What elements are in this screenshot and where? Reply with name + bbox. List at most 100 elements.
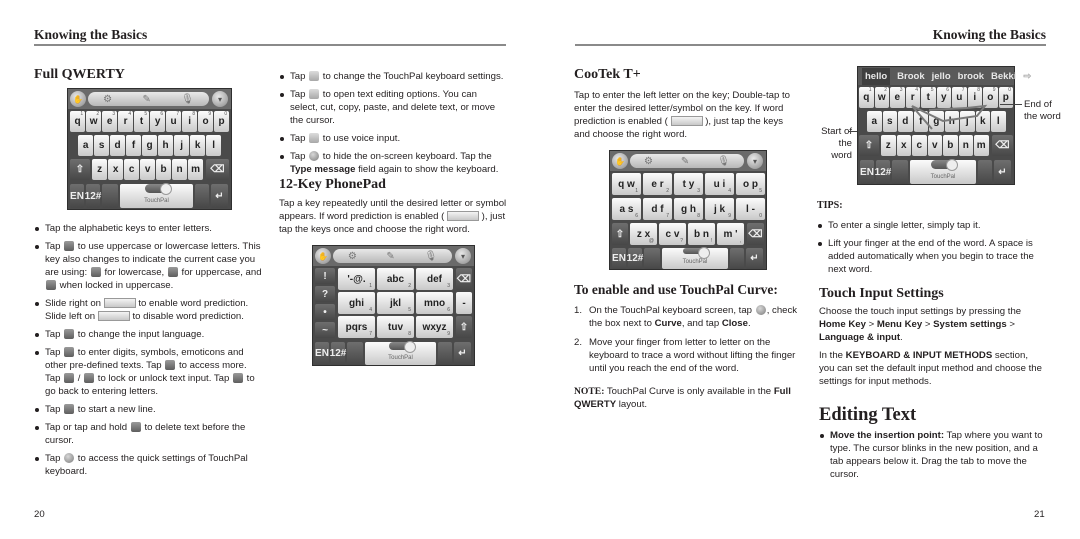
side-key: ! (315, 268, 335, 284)
section-heading-full-qwerty: Full QWERTY (34, 67, 125, 82)
key-j: j (174, 135, 190, 156)
key-m: m (188, 159, 204, 180)
bullet-item: Tap or tap and hold to delete text befor… (34, 421, 264, 447)
bullet-item: Tap the alphabetic keys to enter letters… (34, 222, 264, 235)
key-f: f (126, 135, 142, 156)
space-key: TouchPal (910, 159, 976, 184)
key-y: y6 (936, 87, 951, 108)
key-t: t5 (134, 111, 150, 132)
comma-key (644, 248, 660, 269)
key-v: v (140, 159, 156, 180)
right-key: ⌫ (456, 268, 472, 290)
suggestion-word: Bekki (991, 70, 1017, 82)
hide-keyboard-icon: ▾ (212, 91, 228, 107)
delete-key: ⌫ (206, 159, 229, 180)
microphone-icon: 🎙 (181, 93, 194, 105)
suggestion-word: brook (957, 70, 985, 82)
key-z: z (881, 135, 896, 156)
symbols-key-icon (64, 347, 75, 357)
bullet-item: Tap to change the input language. (34, 328, 264, 341)
key-d: d (898, 111, 913, 132)
right-key: ⇧ (456, 316, 472, 338)
key-as: a s6 (612, 198, 641, 220)
delete-key: ⌫ (992, 135, 1013, 156)
key-v: v (927, 135, 942, 156)
section-heading-touch-input: Touch Input Settings (819, 286, 944, 301)
key-wxyz: wxyz 9 (416, 316, 453, 338)
key-w: w2 (86, 111, 102, 132)
side-key: • (315, 304, 335, 320)
end-callout-line (1000, 104, 1022, 105)
key-l-: l -0 (736, 198, 765, 220)
tips-list: To enter a single letter, simply tap it.… (817, 219, 1042, 281)
prediction-switch-icon (670, 116, 703, 126)
space-key: TouchPal (120, 183, 193, 208)
key-u: u7 (166, 111, 182, 132)
symbols-key: 12# (627, 248, 643, 269)
phonepad-keyboard-image: ✋ ⚙ ✎ 🎙 ▾!? • ~ '-@. 1 abc 2 def 3 ghi 4 jkl 5 mno 6 pqrs 7 t… (312, 245, 475, 366)
key-g: g (929, 111, 944, 132)
delete-key: ⌫ (747, 223, 764, 245)
key-o: o9 (198, 111, 214, 132)
toolbar-bullet-list: Tap to change the TouchPal keyboard sett… (279, 70, 507, 181)
key-jk: j k9 (705, 198, 734, 220)
key-h: h (944, 111, 959, 132)
enter-key: ↵ (454, 342, 471, 365)
key-y: y6 (150, 111, 166, 132)
cootek-paragraph: Tap to enter the left letter on the key;… (574, 90, 790, 140)
unlock-icon (84, 373, 95, 383)
key-pqrs: pqrs 7 (338, 316, 375, 338)
header-rule-right (575, 44, 1046, 46)
shift-key: ⇧ (612, 223, 628, 245)
bullet-item: Tap to open text editing options. You ca… (279, 88, 507, 127)
toolbar-pill: ⚙ ✎ 🎙 (88, 92, 209, 106)
tips-label: TIPS: (817, 200, 843, 211)
period-key (195, 184, 209, 208)
header-rule-left (34, 44, 506, 46)
space-key: TouchPal (365, 341, 436, 365)
section-heading-cootek: CooTek T+ (574, 67, 641, 82)
language-key-icon (64, 329, 75, 339)
key-ui: u i4 (705, 173, 734, 195)
language-key: EN (860, 160, 874, 184)
prediction-toggle (144, 183, 172, 195)
editing-item: Move the insertion point: Tap where you … (819, 429, 1047, 481)
key-r: r4 (905, 87, 920, 108)
full-qwerty-bullet-list: Tap the alphabetic keys to enter letters… (34, 222, 264, 483)
key-df: d f7 (643, 198, 672, 220)
key-mno: mno 6 (416, 292, 453, 314)
right-key: - (456, 292, 472, 314)
key-s: s (94, 135, 110, 156)
bullet-item: Tap to start a new line. (34, 403, 264, 416)
full-qwerty-keyboard-image: ✋ ⚙ ✎ 🎙 ▾ q 1 w 2 e 3 r 4 t 5 y 6 u 7 i 8 o 9 p 0 a s d f g h j k l ⇧ z x c v b… (67, 88, 232, 210)
key-i: i8 (967, 87, 982, 108)
key-d: d (110, 135, 126, 156)
key-w: w2 (874, 87, 889, 108)
touch-input-paragraph-1: Choose the touch input settings by press… (819, 306, 1022, 343)
enter-key-icon (64, 404, 75, 414)
key-'-@.: '-@. 1 (338, 268, 375, 290)
language-key: EN (315, 342, 329, 365)
key-tuv: tuv 8 (377, 316, 414, 338)
gear-icon: ⚙ (103, 93, 113, 105)
key-p: p0 (214, 111, 230, 132)
key-x: x (896, 135, 911, 156)
shift-key: ⇧ (859, 135, 879, 156)
tip-item: To enter a single letter, simply tap it. (817, 219, 1042, 232)
hide-keyboard-icon: ▾ (455, 248, 471, 264)
period-key (978, 160, 992, 184)
key-jkl: jkl 5 (377, 292, 414, 314)
touchpal-logo-icon (64, 453, 75, 463)
bullet-item: Tap to enter digits, symbols, emoticons … (34, 346, 264, 398)
suggestion-word: Brook (897, 70, 925, 82)
suggestion-word: jello (931, 70, 951, 82)
edit-icon (309, 89, 320, 99)
key-f: f (913, 111, 928, 132)
key-n: n (172, 159, 188, 180)
key-a: a (78, 135, 94, 156)
uppercase-icon (167, 267, 178, 277)
start-callout-line (848, 131, 857, 132)
prediction-toggle (683, 247, 710, 259)
delete-key-icon (130, 422, 141, 432)
key-z: z (92, 159, 108, 180)
